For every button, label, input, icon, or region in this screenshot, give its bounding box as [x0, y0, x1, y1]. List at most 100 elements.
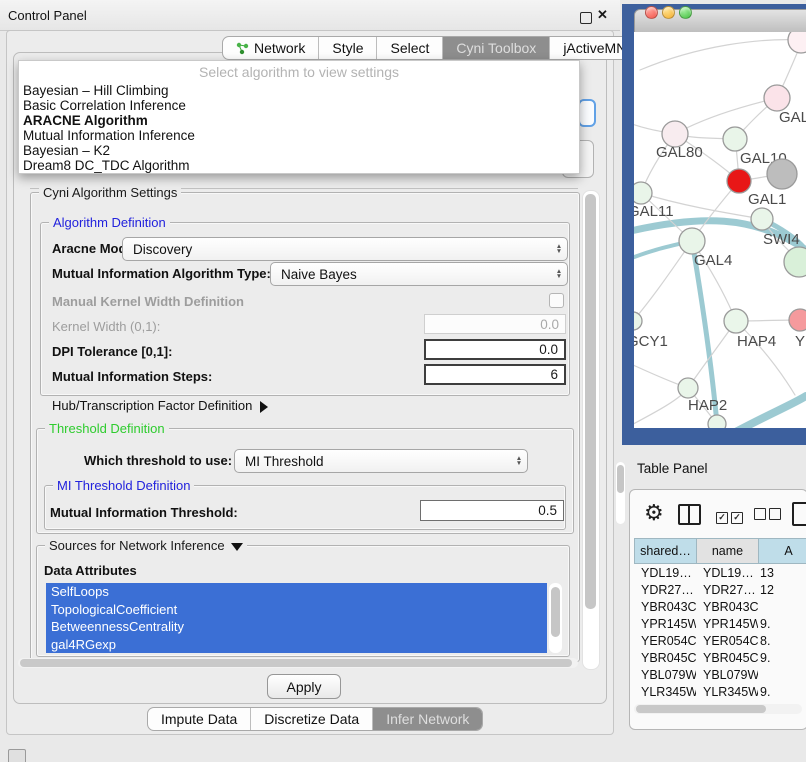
network-edge[interactable] — [640, 40, 801, 70]
select-all-icon[interactable]: ✓✓ — [716, 508, 746, 524]
attributes-scrollbar[interactable] — [549, 583, 562, 653]
column-header[interactable]: shared… — [634, 538, 696, 564]
mac-close-button[interactable] — [645, 6, 658, 19]
column-header[interactable]: A — [758, 538, 806, 564]
kernel-width-label: Kernel Width (0,1): — [52, 319, 160, 334]
kernel-width-field[interactable]: 0.0 — [424, 314, 566, 334]
mi-threshold-definition-title: MI Threshold Definition — [53, 478, 194, 493]
dropdown-item[interactable]: Bayesian – K2 — [19, 143, 579, 158]
which-threshold-combo[interactable]: MI Threshold ▲▼ — [234, 449, 528, 473]
tab-label: Discretize Data — [264, 711, 359, 727]
dropdown-item[interactable]: ARACNE Algorithm — [19, 113, 579, 128]
table-row[interactable]: YDL19…YDL19…13 — [634, 564, 806, 581]
dpi-tolerance-field[interactable]: 0.0 — [424, 339, 566, 360]
network-node[interactable] — [788, 32, 806, 53]
network-canvas[interactable]: GALGAL80GAL10GAL1GAL11SWI4GAL4GCY1HAP4YH… — [634, 32, 806, 428]
network-node-gcy1[interactable] — [634, 312, 642, 330]
tab-label: Network — [254, 40, 305, 56]
table-cell: 9. — [758, 617, 806, 631]
settings-vscrollbar-thumb[interactable] — [585, 194, 596, 609]
table-row[interactable]: YLR345WYLR345W9. — [634, 683, 806, 700]
dropdown-item[interactable]: Basic Correlation Inference — [19, 98, 579, 113]
table-cell: YER054C — [634, 634, 696, 648]
gear-icon[interactable]: ⚙ — [644, 500, 664, 526]
network-node-gal1[interactable] — [727, 169, 751, 193]
columns-icon[interactable] — [678, 504, 701, 525]
tab-select[interactable]: Select — [377, 37, 443, 59]
hub-expander[interactable]: Hub/Transcription Factor Definition — [52, 398, 268, 413]
mac-minimize-button[interactable] — [662, 6, 675, 19]
which-threshold-value: MI Threshold — [235, 454, 511, 469]
data-attributes-list[interactable]: SelfLoopsTopologicalCoefficientBetweenne… — [46, 583, 547, 653]
dropdown-item[interactable]: Mutual Information Inference — [19, 128, 579, 143]
column-header[interactable]: name — [696, 538, 758, 564]
table-row[interactable]: YDR27…YDR27…12 — [634, 581, 806, 598]
tab-discretize-data[interactable]: Discretize Data — [251, 708, 373, 730]
network-node-hap2[interactable] — [678, 378, 698, 398]
mi-threshold-field[interactable]: 0.5 — [420, 500, 564, 521]
tab-infer-network[interactable]: Infer Network — [373, 708, 482, 730]
deselect-all-icon[interactable] — [754, 508, 784, 523]
float-window-icon[interactable] — [580, 12, 592, 24]
export-table-icon[interactable] — [792, 502, 806, 526]
settings-hscrollbar-thumb[interactable] — [20, 659, 572, 667]
table-row[interactable]: YER054CYER054C8. — [634, 632, 806, 649]
network-node-gal4[interactable] — [679, 228, 705, 254]
network-node-gal10[interactable] — [723, 127, 747, 151]
expander-collapsed-icon[interactable] — [260, 401, 268, 413]
tab-cyni-toolbox[interactable]: Cyni Toolbox — [443, 37, 550, 59]
table-cell: YBR045C — [634, 651, 696, 665]
table-row[interactable]: YBL079WYBL079W — [634, 666, 806, 683]
table-row[interactable]: YPR145WYPR145W9. — [634, 615, 806, 632]
table-hscrollbar-thumb[interactable] — [636, 705, 766, 713]
dropdown-item[interactable]: Dream8 DC_TDC Algorithm — [19, 158, 579, 173]
attributes-scrollbar-thumb[interactable] — [551, 587, 560, 637]
manual-kernel-checkbox[interactable] — [549, 293, 564, 308]
tab-label: Impute Data — [161, 711, 237, 727]
network-node-swi4[interactable] — [751, 208, 773, 230]
network-node[interactable] — [784, 247, 806, 277]
mi-steps-field[interactable]: 6 — [424, 364, 566, 385]
network-node[interactable] — [767, 159, 797, 189]
tab-style[interactable]: Style — [319, 37, 377, 59]
attribute-item[interactable]: TopologicalCoefficient — [46, 601, 547, 619]
table-body: YDL19…YDL19…13YDR27…YDR27…12YBR043CYBR04… — [634, 564, 806, 705]
network-node-label: GCY1 — [634, 333, 668, 350]
aracne-mode-combo[interactable]: Discovery ▲▼ — [122, 237, 568, 261]
table-row[interactable]: YBR043CYBR043C — [634, 598, 806, 615]
settings-hscrollbar[interactable] — [18, 658, 578, 668]
apply-button[interactable]: Apply — [267, 674, 341, 699]
tab-impute-data[interactable]: Impute Data — [148, 708, 251, 730]
mi-threshold-label: Mutual Information Threshold: — [50, 505, 238, 520]
network-node-hap4[interactable] — [724, 309, 748, 333]
attribute-item[interactable]: BetweennessCentrality — [46, 618, 547, 636]
table-row[interactable]: YBR045CYBR045C9. — [634, 649, 806, 666]
tab-network[interactable]: Network — [223, 37, 319, 59]
network-node-gal[interactable] — [764, 85, 790, 111]
expander-expanded-icon[interactable] — [231, 543, 243, 551]
dropdown-item[interactable]: Bayesian – Hill Climbing — [19, 83, 579, 98]
table-cell: YDR27… — [696, 583, 758, 597]
tab-label: Infer Network — [386, 711, 469, 727]
attribute-item[interactable]: gal4RGexp — [46, 636, 547, 654]
mi-type-combo[interactable]: Naive Bayes ▲▼ — [270, 262, 568, 286]
mi-type-value: Naive Bayes — [271, 267, 551, 282]
collapsed-panel-icon[interactable] — [8, 749, 26, 762]
network-node-y[interactable] — [789, 309, 806, 331]
settings-vscrollbar[interactable] — [582, 190, 600, 670]
dpi-tolerance-label: DPI Tolerance [0,1]: — [52, 344, 172, 359]
network-edge[interactable] — [675, 98, 777, 134]
network-node-gal11[interactable] — [634, 182, 652, 204]
side-scrollbar[interactable] — [616, 462, 625, 524]
table-cell: YLR345W — [696, 685, 758, 699]
side-scrollbar-thumb[interactable] — [617, 465, 624, 493]
network-node[interactable] — [708, 415, 726, 428]
network-window-titlebar[interactable] — [634, 9, 806, 34]
table-panel-title: Table Panel — [637, 461, 708, 476]
mac-zoom-button[interactable] — [679, 6, 692, 19]
table-hscrollbar[interactable] — [634, 704, 802, 714]
sources-title[interactable]: Sources for Network Inference — [45, 538, 247, 553]
close-icon[interactable]: ✕ — [597, 7, 608, 23]
attribute-item[interactable]: SelfLoops — [46, 583, 547, 601]
cyni-settings-title: Cyni Algorithm Settings — [39, 185, 181, 200]
